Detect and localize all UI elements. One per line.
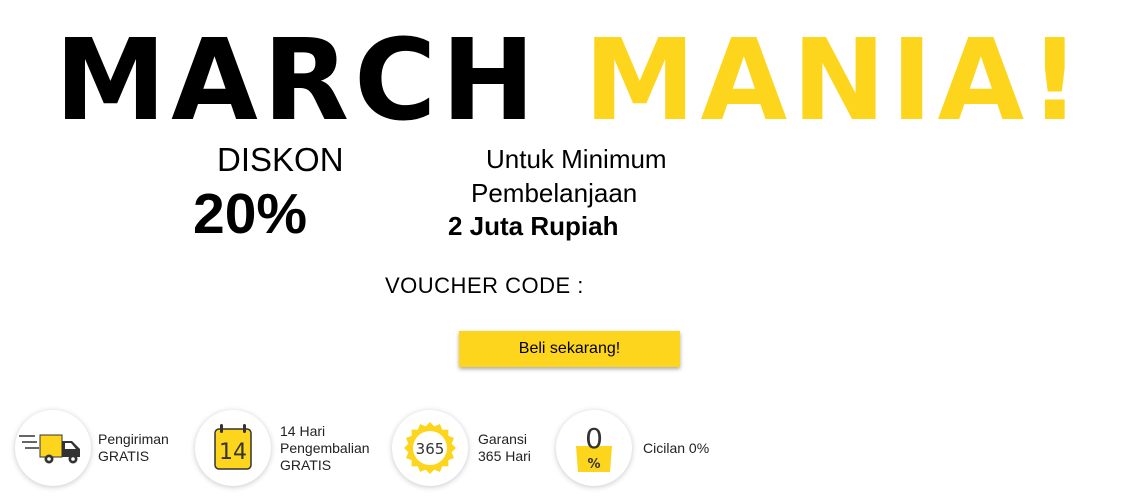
discount-label: DISKON xyxy=(217,141,344,178)
buy-now-button[interactable]: Beli sekarang! xyxy=(459,331,680,367)
feature-label-line: 365 Hari xyxy=(478,448,531,464)
headline: MARCH MANIA! xyxy=(0,16,1140,146)
headline-word-mania: MANIA! xyxy=(584,16,1086,146)
delivery-truck-icon xyxy=(19,434,80,464)
feature-label: Garansi 365 Hari xyxy=(478,410,531,486)
feature-label: Cicilan 0% xyxy=(643,410,709,486)
voucher-code-label: VOUCHER CODE : xyxy=(385,273,584,298)
feature-icon-circle xyxy=(15,410,91,486)
warranty-badge-text: 365 xyxy=(416,440,445,458)
installment-percent-text: % xyxy=(587,457,600,472)
calendar-badge-text: 14 xyxy=(219,440,247,465)
installment-bag-icon: 0 % xyxy=(576,422,612,472)
feature-label-line: Pengembalian xyxy=(280,439,370,456)
feature-icon-circle: 0 % xyxy=(556,410,632,486)
headline-word-march: MARCH xyxy=(54,16,540,146)
feature-label-line: Pengiriman xyxy=(98,431,169,447)
feature-label-line: GRATIS xyxy=(280,456,332,473)
installment-zero-text: 0 xyxy=(585,422,603,455)
feature-label: Pengiriman GRATIS xyxy=(98,410,169,486)
feature-label-line: Cicilan 0% xyxy=(643,439,710,456)
warranty-badge-icon: 365 xyxy=(404,422,456,474)
minimum-purchase-amount: 2 Juta Rupiah xyxy=(448,211,619,241)
feature-label-line: Garansi xyxy=(478,431,528,447)
calendar-14-icon: 14 xyxy=(214,424,252,470)
feature-icon-circle: 365 xyxy=(392,410,468,486)
feature-label: 14 Hari Pengembalian GRATIS xyxy=(280,410,370,486)
feature-icon-circle: 14 xyxy=(195,410,271,486)
minimum-purchase-line-1: Untuk Minimum xyxy=(486,144,667,174)
feature-label-line: GRATIS xyxy=(98,448,150,464)
minimum-purchase-line-2: Pembelanjaan xyxy=(471,178,638,208)
feature-label-line: 14 Hari xyxy=(280,422,326,439)
discount-value: 20% xyxy=(193,182,308,246)
